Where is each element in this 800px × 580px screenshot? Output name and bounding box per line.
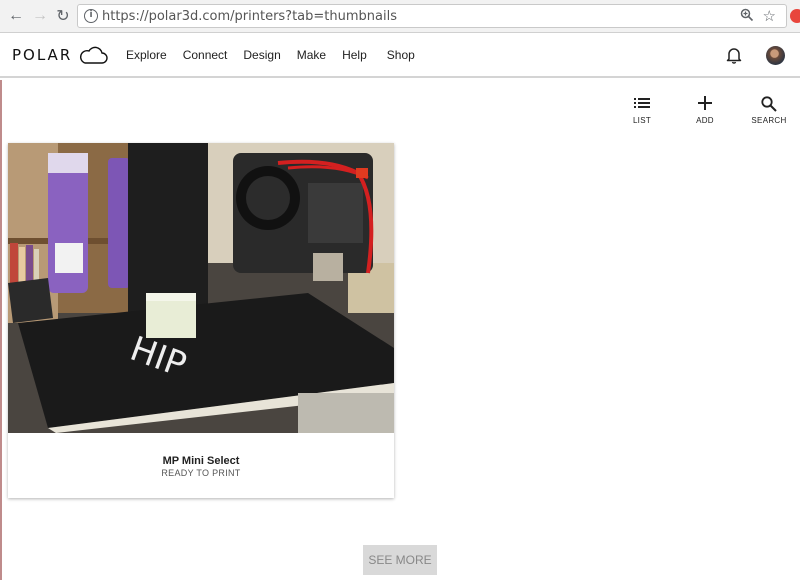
add-label: ADD	[696, 116, 714, 125]
printer-card[interactable]: HIP MP Mini Select READY TO PRINT	[8, 143, 394, 498]
site-info-icon[interactable]: i	[84, 9, 98, 23]
add-printer-button[interactable]: ADD	[683, 96, 727, 125]
see-more-button[interactable]: SEE MORE	[363, 545, 437, 575]
nav-explore[interactable]: Explore	[126, 48, 167, 62]
reload-icon[interactable]: ↻	[53, 6, 73, 26]
nav-help[interactable]: Help	[342, 48, 367, 62]
notifications-bell-icon[interactable]	[726, 46, 742, 69]
browser-toolbar: ← → ↻ i https://polar3d.com/printers?tab…	[0, 0, 800, 33]
search-button[interactable]: SEARCH	[747, 96, 791, 125]
bookmark-star-icon[interactable]: ☆	[763, 7, 776, 25]
printer-webcam-thumbnail[interactable]: HIP	[8, 143, 394, 433]
nav-make[interactable]: Make	[297, 48, 326, 62]
printer-name[interactable]: MP Mini Select	[8, 455, 394, 467]
search-label: SEARCH	[751, 116, 787, 125]
user-avatar[interactable]	[766, 46, 785, 65]
main-nav: Explore Connect Design Make Help Shop	[126, 48, 415, 62]
list-label: LIST	[632, 116, 652, 125]
back-arrow-icon[interactable]: ←	[6, 6, 26, 26]
url-text[interactable]: https://polar3d.com/printers?tab=thumbna…	[102, 9, 397, 24]
zoom-icon[interactable]	[740, 8, 754, 27]
app-header: POLAR Explore Connect Design Make Help S…	[0, 33, 800, 78]
forward-arrow-icon[interactable]: →	[30, 6, 50, 26]
nav-connect[interactable]: Connect	[183, 48, 228, 62]
list-view-button[interactable]: LIST	[620, 96, 664, 125]
search-icon	[747, 96, 791, 112]
printer-status: READY TO PRINT	[161, 468, 241, 478]
cloud-logo-icon	[80, 46, 108, 64]
plus-icon	[683, 96, 727, 112]
address-bar[interactable]: i https://polar3d.com/printers?tab=thumb…	[77, 4, 787, 28]
nav-shop[interactable]: Shop	[387, 48, 415, 62]
extension-icon[interactable]	[790, 9, 800, 23]
list-icon	[620, 96, 664, 112]
page-edge	[0, 80, 2, 580]
logo-text: POLAR	[12, 46, 73, 64]
polar-logo[interactable]: POLAR	[12, 45, 108, 65]
nav-design[interactable]: Design	[243, 48, 280, 62]
